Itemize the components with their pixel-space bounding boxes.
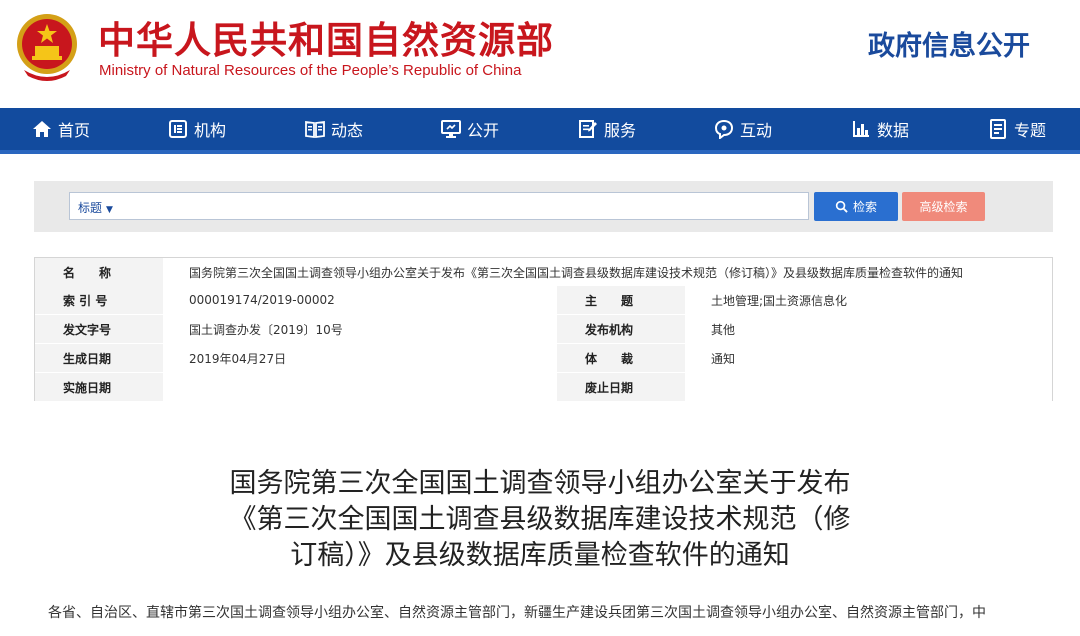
date-label: 生成日期 [35,344,163,372]
index-value: 000019174/2019-00002 [163,286,557,314]
doc-no-label: 发文字号 [35,315,163,343]
nav-item-org[interactable]: 机构 [168,108,226,150]
caret-down-icon: ▼ [106,205,113,215]
impl-label: 实施日期 [35,373,163,401]
nav-item-label: 数据 [877,121,910,140]
bar-chart-icon [853,121,869,137]
info-row-doc-no: 发文字号 国土调查办发〔2019〕10号 发布机构 其他 [35,315,1052,343]
expire-value [685,373,1052,401]
org-icon [169,120,187,138]
nav-item-home[interactable]: 首页 [32,108,90,150]
nav-item-label: 互动 [740,121,773,140]
impl-value [163,373,557,401]
publisher-label: 发布机构 [557,315,685,343]
nav-item-service[interactable]: 服务 [578,108,636,150]
main-nav: 首页 机构 动态 公开 服务 互动 数据 专题 [0,108,1080,154]
expire-label: 废止日期 [557,373,685,401]
article-title-line: 订稿）》及县级数据库质量检查软件的通知 [290,540,790,571]
nav-item-disclosure[interactable]: 公开 [441,108,499,150]
article-title: 国务院第三次全国国土调查领导小组办公室关于发布 《第三次全国国土调查县级数据库建… [170,466,910,574]
edit-icon [579,120,597,138]
search-button[interactable]: 检索 [814,192,898,221]
index-label: 索 引 号 [35,286,163,314]
home-icon [33,121,51,137]
info-row-impl: 实施日期 废止日期 [35,373,1052,401]
gov-info-disclosure-title[interactable]: 政府信息公开 [868,24,1030,63]
nav-item-label: 专题 [1014,121,1047,140]
nav-item-label: 首页 [58,121,91,140]
search-button-label: 检索 [852,200,877,214]
ministry-title-en[interactable]: Ministry of Natural Resources of the Peo… [99,62,521,79]
monitor-icon [441,120,461,138]
search-input[interactable]: 标题 ▼ [69,192,809,220]
chat-icon [714,119,734,139]
nav-item-label: 公开 [467,121,500,140]
nav-item-label: 动态 [331,121,364,140]
nav-item-news[interactable]: 动态 [305,108,363,150]
genre-value: 通知 [685,344,1052,372]
date-value: 2019年04月27日 [163,344,557,372]
subject-label: 主 题 [557,286,685,314]
book-icon [305,120,325,139]
search-icon [835,200,848,213]
document-info-table: 名 称 国务院第三次全国国土调查领导小组办公室关于发布《第三次全国国土调查县级数… [34,257,1053,401]
ministry-title-cn[interactable]: 中华人民共和国自然资源部 [98,10,554,64]
search-type-label: 标题 [78,201,103,215]
national-emblem-icon[interactable] [14,10,80,82]
search-type-select[interactable]: 标题 ▼ [78,199,113,216]
info-row-index: 索 引 号 000019174/2019-00002 主 题 土地管理;国土资源… [35,286,1052,314]
nav-item-label: 服务 [604,121,637,140]
doc-no-value: 国土调查办发〔2019〕10号 [163,315,557,343]
site-header: 中华人民共和国自然资源部 Ministry of Natural Resourc… [0,0,1080,108]
article-body-text: 各省、自治区、直辖市第三次国土调查领导小组办公室、自然资源主管部门，新疆生产建设… [48,605,986,621]
name-label: 名 称 [35,258,163,286]
article-title-line: 国务院第三次全国国土调查领导小组办公室关于发布 [229,468,851,499]
info-row-date: 生成日期 2019年04月27日 体 裁 通知 [35,344,1052,372]
nav-item-interaction[interactable]: 互动 [714,108,772,150]
nav-item-label: 机构 [194,121,227,140]
document-icon [990,119,1006,139]
article-title-line: 《第三次全国国土调查县级数据库建设技术规范（修 [229,504,851,535]
publisher-value: 其他 [685,315,1052,343]
nav-item-topics[interactable]: 专题 [988,108,1046,150]
info-row-name: 名 称 国务院第三次全国国土调查领导小组办公室关于发布《第三次全国国土调查县级数… [35,258,1052,286]
advanced-search-button[interactable]: 高级检索 [902,192,985,221]
genre-label: 体 裁 [557,344,685,372]
nav-item-data[interactable]: 数据 [851,108,909,150]
name-value: 国务院第三次全国国土调查领导小组办公室关于发布《第三次全国国土调查县级数据库建设… [163,258,1052,286]
search-panel: 标题 ▼ 检索 高级检索 [34,181,1053,232]
subject-value: 土地管理;国土资源信息化 [685,286,1052,314]
